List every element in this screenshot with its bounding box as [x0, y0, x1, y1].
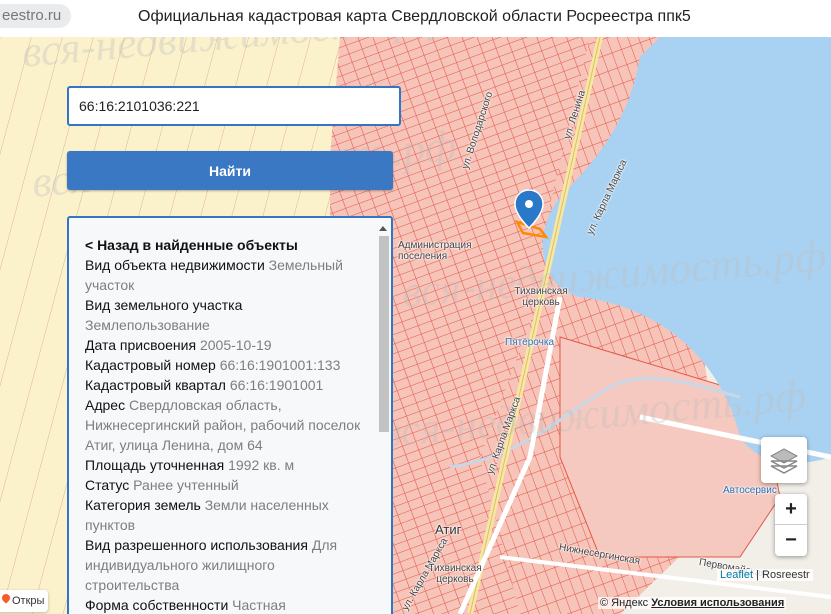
- info-field-value: Ранее учтенный: [133, 477, 239, 493]
- info-body: < Назад в найденные объекты Вид объекта …: [85, 235, 365, 614]
- info-field-label: Вид разрешенного использования: [85, 537, 308, 553]
- info-field: Вид разрешенного использования Для индив…: [85, 535, 365, 595]
- info-field-value: Землепользование: [85, 317, 210, 333]
- zoom-control: + −: [775, 494, 807, 556]
- info-field-label: Вид объекта недвижимости: [85, 257, 265, 273]
- poi-label: Тихвинская церковь: [514, 286, 568, 308]
- zoom-out-button[interactable]: −: [775, 525, 807, 555]
- page-title: Официальная кадастровая карта Свердловск…: [138, 8, 691, 25]
- info-field: Кадастровый квартал 66:16:1901001: [85, 375, 365, 395]
- info-field-label: Категория земель: [85, 497, 201, 513]
- info-field: Категория земель Земли населенных пункто…: [85, 495, 365, 535]
- attribution: Leaflet | Rosreestr: [717, 569, 813, 581]
- open-link-label: Откры: [12, 595, 45, 607]
- info-field-label: Статус: [85, 477, 130, 493]
- info-field-value: Частная: [232, 597, 286, 613]
- info-field: Статус Ранее учтенный: [85, 475, 365, 495]
- poi-label: Атиг: [435, 522, 462, 537]
- info-field: Площадь уточненная 1992 кв. м: [85, 455, 365, 475]
- info-field: Кадастровый номер 66:16:1901001:133: [85, 355, 365, 375]
- scrollbar[interactable]: [377, 222, 389, 614]
- back-link[interactable]: < Назад в найденные объекты: [85, 235, 365, 255]
- info-field: Адрес Свердловская область, Нижнесергинс…: [85, 395, 365, 455]
- location-pin-icon: [0, 592, 12, 604]
- info-field-label: Площадь уточненная: [85, 457, 225, 473]
- info-field: Вид земельного участка Землепользование: [85, 295, 365, 335]
- layers-icon: [769, 448, 799, 474]
- header: eestro.ru Официальная кадастровая карта …: [0, 0, 831, 37]
- yandex-copyright: © Яндекс Условия использования: [598, 597, 787, 609]
- poi-label: Пятёрочка: [505, 337, 555, 348]
- object-info-panel: < Назад в найденные объекты Вид объекта …: [67, 216, 393, 614]
- terms-link[interactable]: Условия использования: [651, 597, 784, 609]
- info-field-label: Дата присвоения: [85, 337, 197, 353]
- search-input[interactable]: [67, 86, 401, 126]
- info-field-value: 1992 кв. м: [228, 457, 295, 473]
- info-field: Форма собственности Частная: [85, 595, 365, 614]
- info-field-value: 66:16:1901001:133: [219, 357, 341, 373]
- info-field-label: Кадастровый квартал: [85, 377, 226, 393]
- attribution-separator: |: [753, 569, 763, 581]
- leaflet-link[interactable]: Leaflet: [720, 569, 753, 581]
- info-field-value: 66:16:1901001: [229, 377, 324, 393]
- layers-button[interactable]: [761, 437, 807, 483]
- poi-label: Администрация поселения: [398, 240, 472, 262]
- poi-label: Автосервис: [723, 485, 777, 496]
- info-field-value: 2005-10-19: [199, 337, 272, 353]
- scroll-thumb[interactable]: [379, 236, 389, 432]
- info-field-label: Кадастровый номер: [85, 357, 216, 373]
- copyright-text: © Яндекс: [600, 597, 649, 609]
- info-fields: Вид объекта недвижимости Земельный участ…: [85, 255, 365, 614]
- info-field: Вид объекта недвижимости Земельный участ…: [85, 255, 365, 295]
- search-button[interactable]: Найти: [67, 151, 393, 190]
- info-field-label: Форма собственности: [85, 597, 229, 613]
- open-in-yandex-link[interactable]: Откры: [0, 590, 49, 612]
- poi-label: Тихвинская церковь: [428, 563, 482, 585]
- zoom-in-button[interactable]: +: [775, 494, 807, 525]
- info-field-value: Свердловская область, Нижнесергинский ра…: [85, 397, 361, 453]
- rosreestr-credit: Rosreestr: [762, 569, 810, 581]
- info-field: Дата присвоения 2005-10-19: [85, 335, 365, 355]
- site-link[interactable]: eestro.ru: [0, 4, 72, 28]
- info-field-label: Вид земельного участка: [85, 297, 243, 313]
- scroll-up-icon[interactable]: [379, 226, 387, 231]
- info-field-label: Адрес: [85, 397, 126, 413]
